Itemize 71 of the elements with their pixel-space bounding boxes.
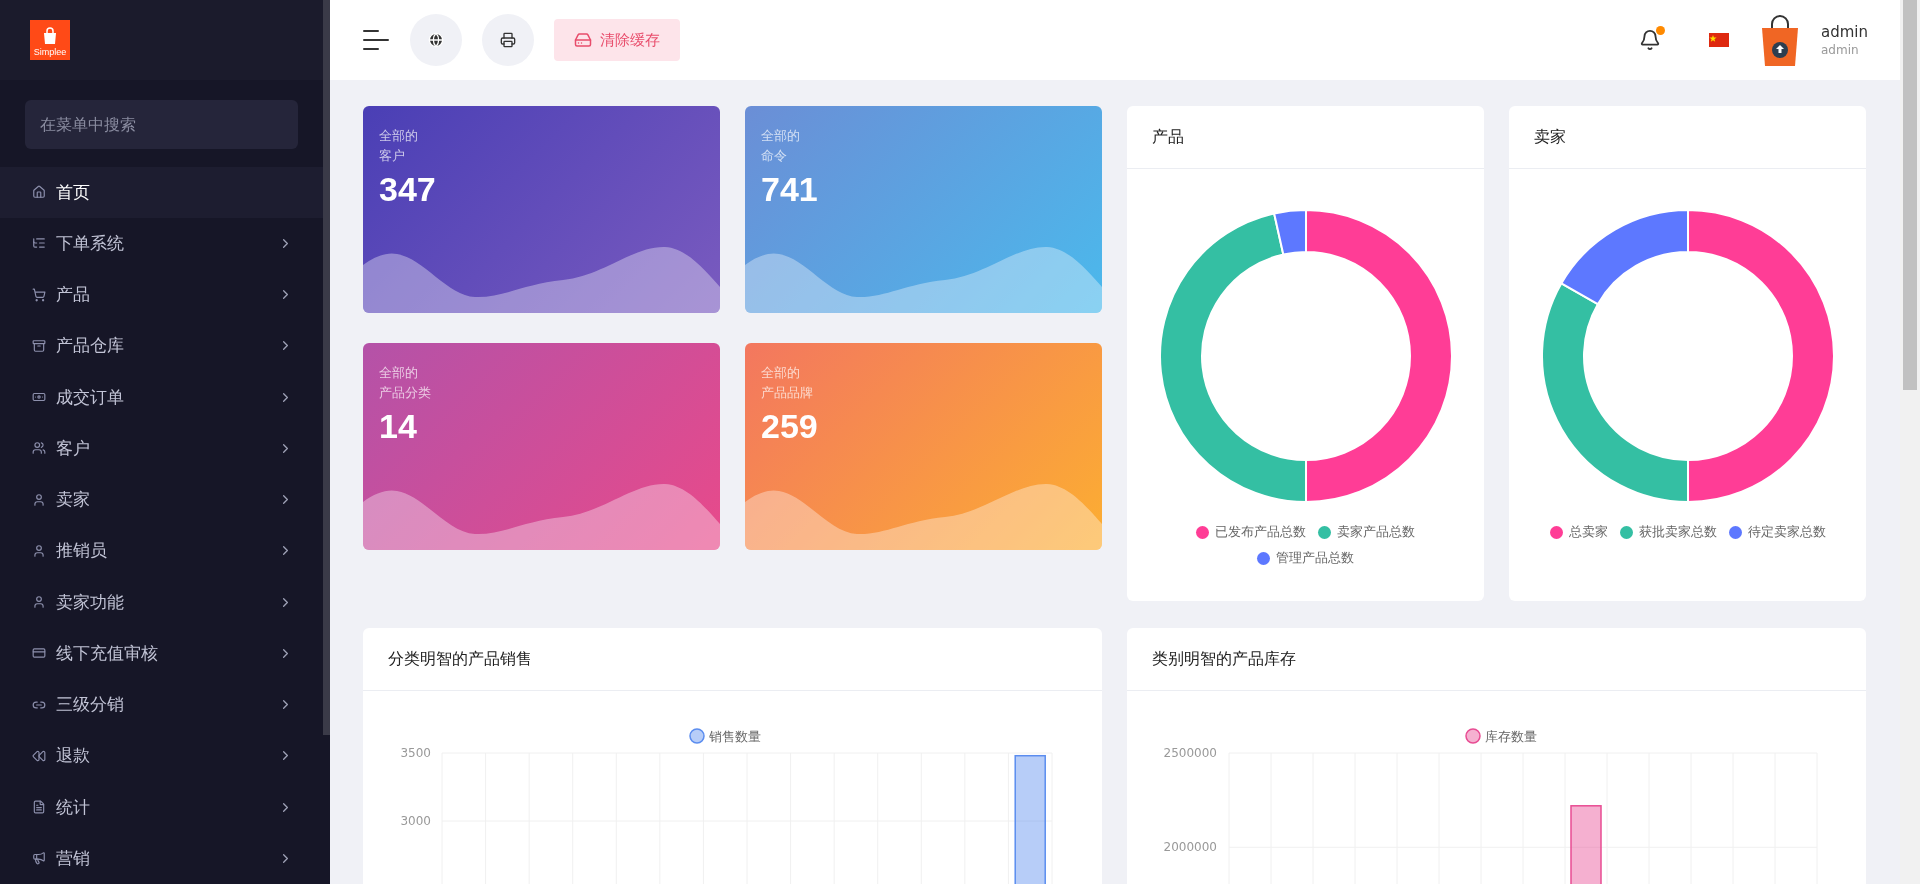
card-title: 产品 [1152,126,1184,148]
stat-caption: 全部的 [379,364,419,382]
logo-text: Simplee [33,46,67,57]
menu-icon [32,800,46,815]
card-title: 类别明智的产品库存 [1152,648,1296,670]
sidebar-item[interactable]: 三级分销 [0,679,323,731]
avatar-icon[interactable] [1759,12,1801,68]
card-title: 卖家 [1534,126,1566,148]
stat-value: 259 [761,407,819,446]
legend-label[interactable]: 已发布产品总数 [1215,523,1306,541]
legend-label[interactable]: 待定卖家总数 [1747,523,1826,541]
card-title: 分类明智的产品销售 [388,648,532,670]
menu-icon[interactable] [362,29,390,51]
menu-icon [32,492,46,507]
sidebar-item[interactable]: 卖家 [0,474,323,526]
sidebar-item[interactable]: 下单系统 [0,217,323,270]
chart-legend[interactable]: 销售数量 [689,728,761,744]
sidebar-item[interactable]: 产品 [0,269,323,321]
stat-caption: 全部的 [379,127,419,145]
menu-icon [32,236,46,251]
axis-tick-label: 2000000 [1163,840,1217,855]
menu-icon [32,338,46,353]
chart-legend[interactable]: 库存数量 [1465,728,1537,744]
stat-value: 347 [379,170,437,209]
axis-tick-label: 3500 [400,746,431,760]
notification-icon[interactable] [1639,29,1661,51]
sidebar-item[interactable]: 统计 [0,781,323,833]
sidebar-item[interactable]: 卖家功能 [0,576,323,628]
flag-icon[interactable] [1709,33,1729,47]
menu-icon [32,543,46,558]
sidebar-item[interactable]: 成交订单 [0,371,323,423]
print-button[interactable] [482,14,534,66]
sidebar-item[interactable]: 退款 [0,730,323,782]
menu-icon [32,851,46,866]
user-role: admin [1821,43,1860,57]
stat-label: 命令 [761,147,788,165]
legend-label: 库存数量 [1485,729,1537,744]
sidebar-item[interactable]: 客户 [0,422,323,475]
legend-label[interactable]: 总卖家 [1568,523,1608,541]
menu-icon [32,441,46,456]
sidebar-item[interactable]: 产品仓库 [0,320,323,372]
stat-label: 产品分类 [379,384,432,402]
menu-icon [32,185,46,200]
axis-tick-label: 2500000 [1163,746,1217,760]
stat-value: 14 [379,407,418,446]
legend-label[interactable]: 卖家产品总数 [1337,523,1415,541]
menu-icon [32,646,46,661]
legend-label[interactable]: 管理产品总数 [1276,549,1354,567]
drive-icon [574,31,592,49]
menu-icon [32,748,46,763]
sidebar-item[interactable]: 推销员 [0,525,323,577]
stat-value: 741 [761,170,819,209]
legend-label[interactable]: 获批卖家总数 [1638,523,1717,541]
stat-caption: 全部的 [761,364,801,382]
sidebar-item[interactable]: 营销 [0,832,323,884]
shopping-bag-icon [41,26,59,45]
sidebar-item[interactable]: 线下充值审核 [0,627,323,680]
stat-label: 客户 [379,147,406,165]
legend-label: 销售数量 [708,729,761,744]
menu-icon [32,287,46,302]
globe-icon [428,32,444,48]
menu-icon [32,595,46,610]
print-icon [500,32,516,48]
stat-caption: 全部的 [761,127,801,145]
search-field[interactable]: 在菜单中搜索 [25,99,298,149]
scrollbar[interactable] [1900,0,1920,884]
sidebar-item[interactable]: 首页 [0,166,323,218]
language-button[interactable] [410,14,462,66]
user-name: admin [1821,23,1868,41]
stat-label: 产品品牌 [761,384,814,402]
axis-tick-label: 3000 [400,814,431,829]
